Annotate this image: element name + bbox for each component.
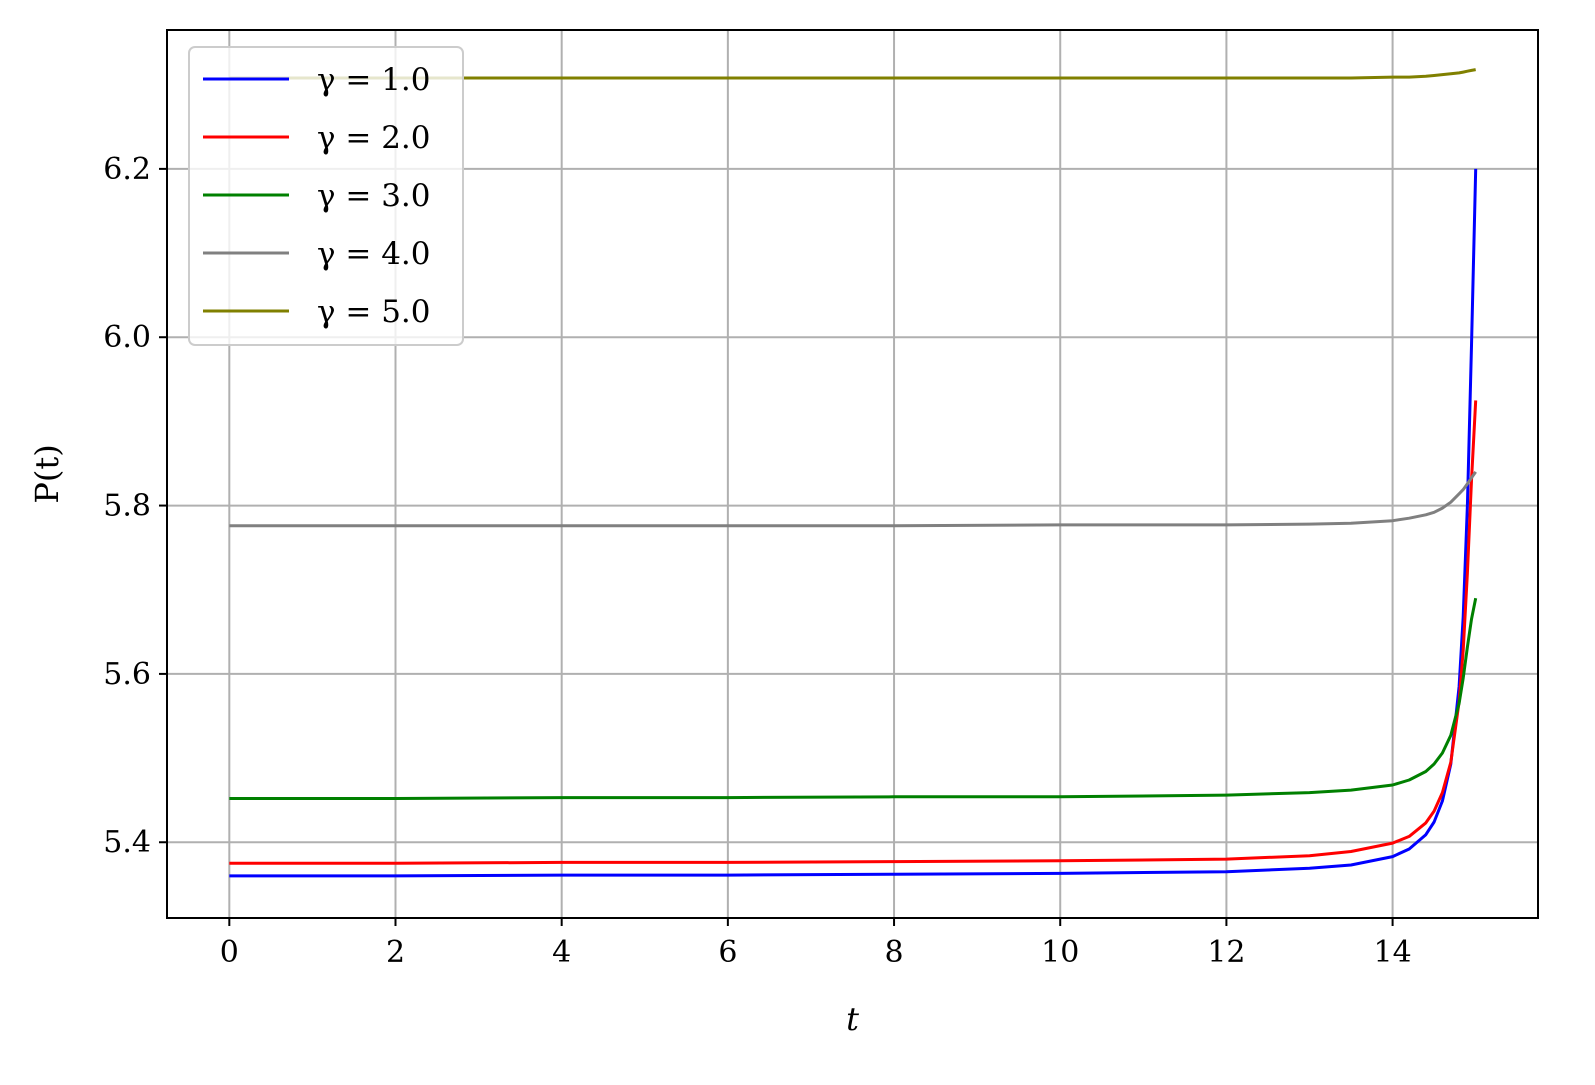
x-tick-label: 6 — [718, 935, 737, 970]
x-tick-label: 12 — [1207, 935, 1245, 970]
y-tick-label: 5.6 — [103, 657, 151, 692]
x-tick-label: 0 — [220, 935, 239, 970]
x-tick-label: 10 — [1041, 935, 1079, 970]
y-tick-label: 5.4 — [103, 825, 151, 860]
y-tick-label: 5.8 — [103, 489, 151, 524]
legend-label: γ = 3.0 — [317, 178, 431, 214]
y-axis-label: P(t) — [28, 444, 66, 503]
x-tick-label: 14 — [1373, 935, 1411, 970]
x-tick-label: 8 — [884, 935, 903, 970]
legend-label: γ = 4.0 — [317, 236, 431, 272]
legend-label: γ = 2.0 — [317, 120, 431, 156]
line-chart: 0 2 4 6 8 10 12 14 5.4 5.6 5.8 6.0 6.2 t P(t) γ = 1.… — [0, 0, 1595, 1085]
y-tick-label: 6.0 — [103, 320, 151, 355]
legend-label: γ = 5.0 — [317, 294, 431, 330]
x-axis-label: t — [846, 1000, 859, 1038]
x-tick-label: 2 — [386, 935, 405, 970]
x-tick-label: 4 — [552, 935, 571, 970]
y-tick-label: 6.2 — [103, 152, 151, 187]
legend: γ = 1.0 γ = 2.0 γ = 3.0 γ = 4.0 γ = 5.0 — [188, 46, 464, 346]
legend-label: γ = 1.0 — [317, 62, 431, 98]
